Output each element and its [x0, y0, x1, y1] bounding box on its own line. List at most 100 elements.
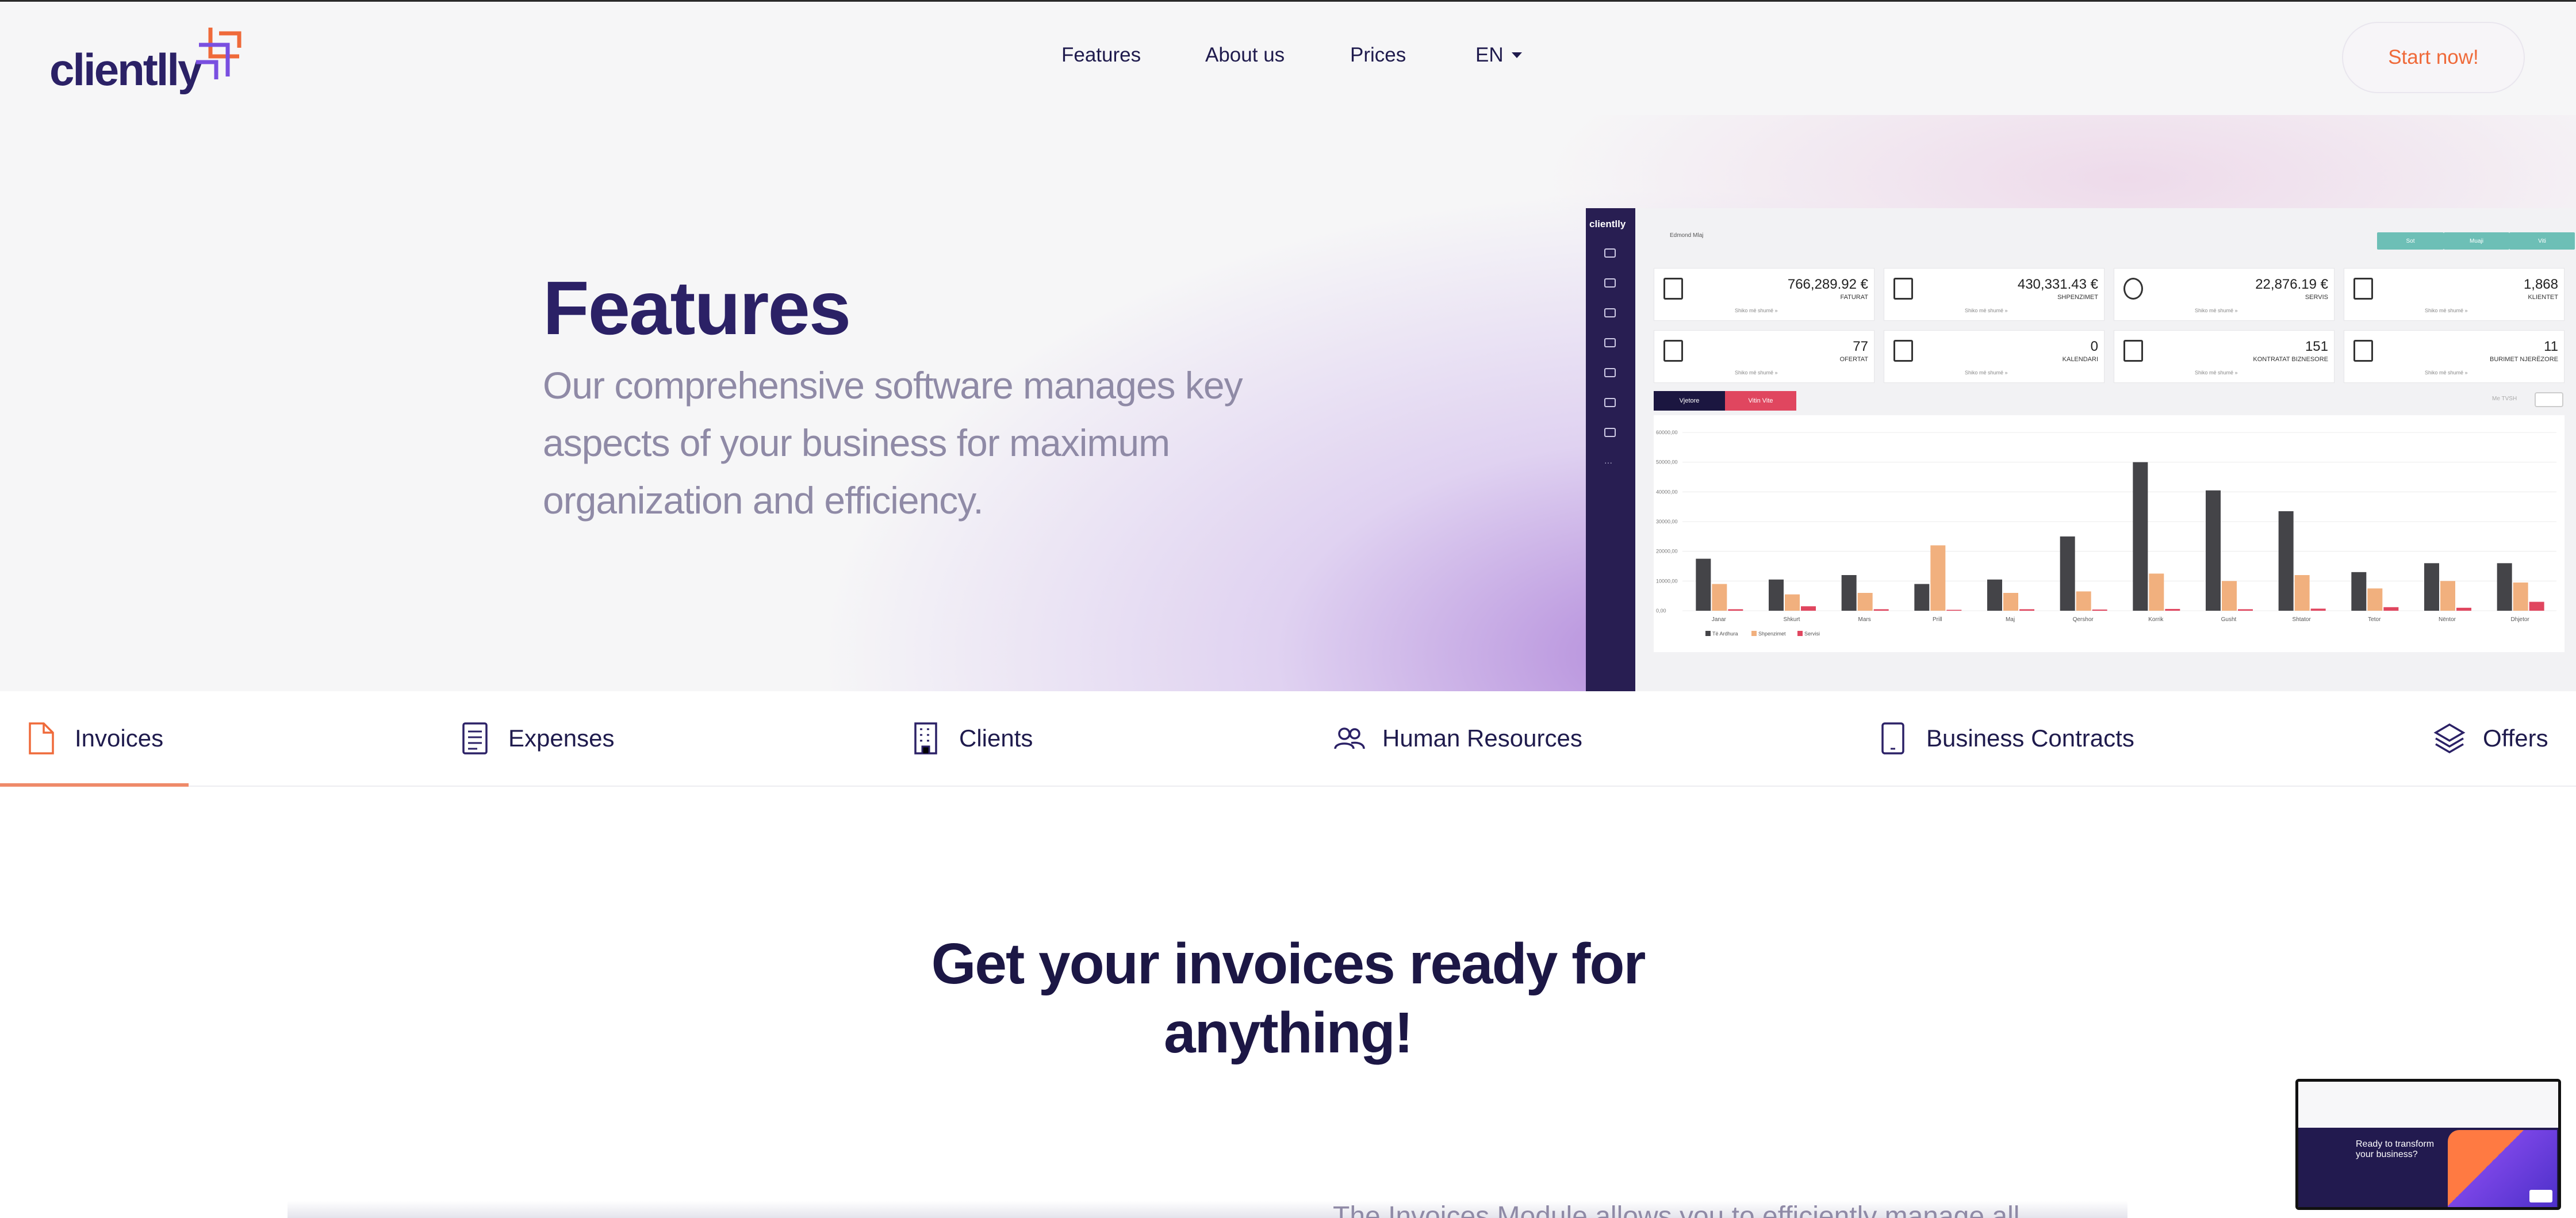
dashboard-card-icon	[1604, 338, 1616, 347]
chart-bar	[1930, 545, 1946, 611]
dashboard-tab-yearly: Vjetore	[1654, 391, 1725, 411]
chart-bar	[2310, 608, 2326, 611]
chart-bar	[2529, 602, 2544, 611]
dashboard-month-button: Muaji	[2444, 232, 2509, 250]
chart-bar	[1696, 558, 1711, 611]
tab-expenses[interactable]: Expenses	[459, 721, 614, 756]
stat-link: Shiko më shumë »	[1735, 308, 1778, 313]
stat-link: Shiko më shumë »	[2425, 308, 2468, 313]
tablet-icon	[1881, 722, 1904, 754]
stat-value: 151	[2305, 339, 2328, 354]
preview-header	[2298, 1082, 2558, 1128]
chart-bar	[2238, 609, 2253, 611]
dashboard-chart: 0,00 10000,00 20000,00 30000,00 40000,00 5000…	[1654, 415, 2564, 652]
contract-icon	[2123, 340, 2143, 362]
section-title-line-2: anything!	[1164, 1001, 1413, 1065]
stat-value: 77	[1853, 339, 1868, 354]
hero-subtitle: Our comprehensive software manages key a…	[543, 364, 1243, 522]
wallet-icon	[1893, 278, 1913, 300]
tab-invoices[interactable]: Invoices	[25, 721, 163, 756]
nav-features[interactable]: Features	[1061, 44, 1141, 67]
stat-label: BURIMET NJERËZORE	[2490, 356, 2558, 363]
preview-text: Ready to transform your business?	[2356, 1139, 2435, 1159]
chart-y-tick: 40000,00	[1656, 489, 1678, 495]
stat-link: Shiko më shumë »	[2425, 370, 2468, 376]
start-now-button[interactable]: Start now!	[2342, 22, 2525, 93]
chart-x-tick: Prill	[1933, 616, 1942, 623]
chart-y-tick: 0,00	[1656, 608, 1666, 614]
invoices-section: Get your invoices ready for anything! Th…	[0, 787, 2576, 1218]
chart-x-tick: Gusht	[2221, 616, 2237, 623]
stat-card-service: 22,876.19 € SERVIS Shiko më shumë »	[2114, 268, 2334, 321]
stat-link: Shiko më shumë »	[2195, 370, 2238, 376]
tab-label: Offers	[2483, 725, 2548, 752]
layers-icon	[2433, 723, 2466, 754]
tab-label: Expenses	[508, 725, 615, 752]
tab-offers[interactable]: Offers	[2433, 721, 2548, 756]
chart-legend-label: Të Ardhura	[1712, 631, 1738, 637]
building-icon	[914, 722, 937, 754]
stat-card-hr: 11 BURIMET NJERËZORE Shiko më shumë »	[2344, 330, 2564, 383]
stat-link: Shiko më shumë »	[2195, 308, 2238, 313]
dashboard-more-icon: ···	[1604, 458, 1612, 467]
chart-bar	[1801, 606, 1816, 611]
stat-label: FATURAT	[1840, 294, 1868, 301]
chart-y-tick: 50000,00	[1656, 459, 1678, 465]
chart-bar	[1914, 584, 1930, 611]
chart-x-tick: Korrik	[2148, 616, 2164, 623]
language-selector[interactable]: EN	[1475, 44, 1522, 67]
section-title-line-1: Get your invoices ready for	[931, 932, 1646, 996]
stat-card-offers: 77 OFERTAT Shiko më shumë »	[1654, 330, 1874, 383]
dashboard-topbar: Edmond Mlaj Sot Muaji Viti	[1635, 208, 2576, 250]
stat-value: 766,289.92 €	[1787, 277, 1868, 292]
nav-about-us[interactable]: About us	[1205, 44, 1285, 67]
chart-bar	[2351, 572, 2367, 611]
tab-business-contracts[interactable]: Business Contracts	[1877, 721, 2134, 756]
stat-link: Shiko më shumë »	[1735, 370, 1778, 376]
chart-bar	[2165, 608, 2180, 611]
chart-bar	[2003, 593, 2018, 611]
chart-bar	[2060, 536, 2075, 611]
dashboard-building-icon	[1604, 278, 1616, 288]
dashboard-sidebar: clientlly ···	[1586, 208, 1635, 691]
stat-value: 22,876.19 €	[2255, 277, 2328, 292]
tab-clients[interactable]: Clients	[910, 721, 1033, 756]
calendar-icon	[1893, 340, 1913, 362]
chart-bar	[2092, 609, 2107, 611]
chart-legend-label: Servisi	[1804, 631, 1820, 637]
hero-title: Features	[543, 266, 851, 350]
chart-x-tick: Nëntor	[2439, 616, 2456, 623]
chart-bar	[2294, 575, 2310, 611]
stat-value: 11	[2544, 339, 2558, 354]
dashboard-gear-icon	[1604, 428, 1616, 437]
gear-icon	[2123, 278, 2143, 300]
chart-bar	[2149, 573, 2164, 611]
chart-legend-swatch	[1751, 631, 1757, 636]
dashboard-toggle	[2535, 392, 2563, 407]
dashboard-user-name: Edmond Mlaj	[1670, 232, 1704, 239]
nav-prices[interactable]: Prices	[1350, 44, 1406, 67]
id-card-icon	[2353, 340, 2373, 362]
floating-video-preview[interactable]: Ready to transform your business?	[2295, 1079, 2561, 1210]
chart-x-tick: Maj	[2006, 616, 2015, 623]
hero-section: Features Our comprehensive software mana…	[0, 115, 2576, 691]
stat-value: 0	[2090, 339, 2098, 354]
tab-human-resources[interactable]: Human Resources	[1333, 721, 1582, 756]
stat-link: Shiko më shumë »	[1965, 308, 2008, 313]
chart-bar	[2019, 609, 2034, 611]
chart-bar	[2456, 607, 2471, 611]
preview-control[interactable]	[2529, 1190, 2552, 1202]
clientlly-logo[interactable]: clientlly	[49, 22, 245, 97]
stat-label: OFERTAT	[1839, 356, 1869, 363]
dashboard-year-button: Viti	[2509, 232, 2575, 250]
stat-label: KALENDARI	[2062, 356, 2098, 363]
tab-label: Business Contracts	[1926, 725, 2134, 752]
section-description: The Invoices Module allows you to effici…	[1333, 1201, 2020, 1218]
chart-x-tick: Shtator	[2293, 616, 2312, 623]
chart-bar	[1728, 609, 1743, 611]
chart-y-tick: 10000,00	[1656, 578, 1678, 584]
bar-chart: 0,00 10000,00 20000,00 30000,00 40000,00 5000…	[1656, 430, 2556, 637]
chart-bar	[1857, 593, 1873, 611]
dashboard-grid-icon	[1604, 248, 1616, 258]
chart-x-tick: Qershor	[2073, 616, 2094, 623]
